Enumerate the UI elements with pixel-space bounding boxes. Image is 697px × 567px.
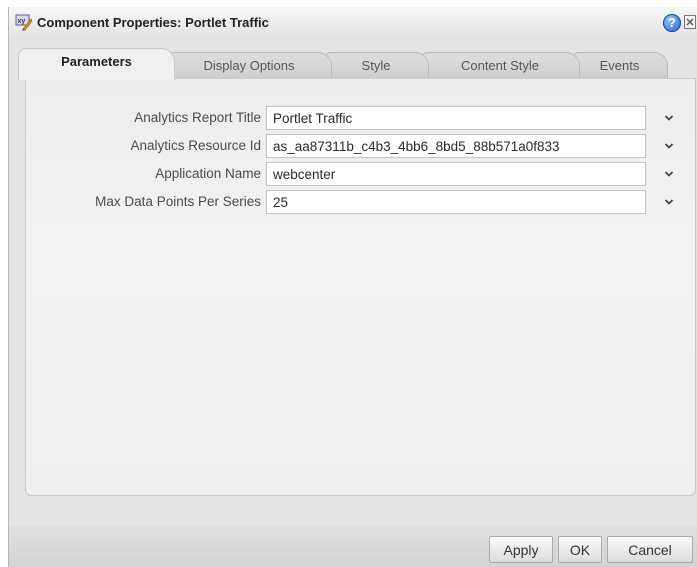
help-icon[interactable]: ? <box>663 14 681 32</box>
tab-display-options[interactable]: Display Options <box>166 52 332 78</box>
tab-bar: Events Content Style Style Display Optio… <box>18 48 678 80</box>
chevron-down-icon[interactable] <box>664 142 674 150</box>
ok-button[interactable]: OK <box>558 536 602 563</box>
analytics-report-title-field[interactable]: Portlet Traffic <box>266 106 646 130</box>
application-name-label: Application Name <box>155 166 261 181</box>
analytics-resource-id-field[interactable]: as_aa87311b_c4b3_4bb6_8bd5_88b571a0f833 <box>266 134 646 158</box>
dialog-title: Component Properties: Portlet Traffic <box>37 15 269 30</box>
tab-style[interactable]: Style <box>323 52 429 78</box>
dialog-footer: Apply OK Cancel <box>9 526 697 567</box>
max-data-points-field[interactable]: 25 <box>266 190 646 214</box>
parameter-row-report-title: Analytics Report Title Portlet Traffic <box>26 106 697 130</box>
chevron-down-icon[interactable] <box>664 170 674 178</box>
cancel-button[interactable]: Cancel <box>607 536 693 563</box>
analytics-report-title-label: Analytics Report Title <box>134 110 261 125</box>
tab-parameters[interactable]: Parameters <box>18 48 175 80</box>
close-icon[interactable] <box>684 15 696 29</box>
application-name-field[interactable]: webcenter <box>266 162 646 186</box>
tab-content-style[interactable]: Content Style <box>420 52 580 78</box>
parameter-row-application-name: Application Name webcenter <box>26 162 697 186</box>
parameters-panel: Analytics Report Title Portlet Traffic A… <box>25 78 696 496</box>
component-properties-dialog: xy Component Properties: Portlet Traffic… <box>8 7 697 567</box>
analytics-resource-id-label: Analytics Resource Id <box>130 138 261 153</box>
parameter-row-resource-id: Analytics Resource Id as_aa87311b_c4b3_4… <box>26 134 697 158</box>
chart-xy-icon: xy <box>15 14 33 32</box>
dialog-titlebar[interactable]: xy Component Properties: Portlet Traffic… <box>9 7 697 39</box>
chevron-down-icon[interactable] <box>664 198 674 206</box>
tab-events[interactable]: Events <box>571 52 668 78</box>
chevron-down-icon[interactable] <box>664 114 674 122</box>
svg-text:xy: xy <box>18 18 26 25</box>
parameter-row-max-data-points: Max Data Points Per Series 25 <box>26 190 697 214</box>
apply-button[interactable]: Apply <box>489 536 553 563</box>
max-data-points-label: Max Data Points Per Series <box>95 194 261 209</box>
